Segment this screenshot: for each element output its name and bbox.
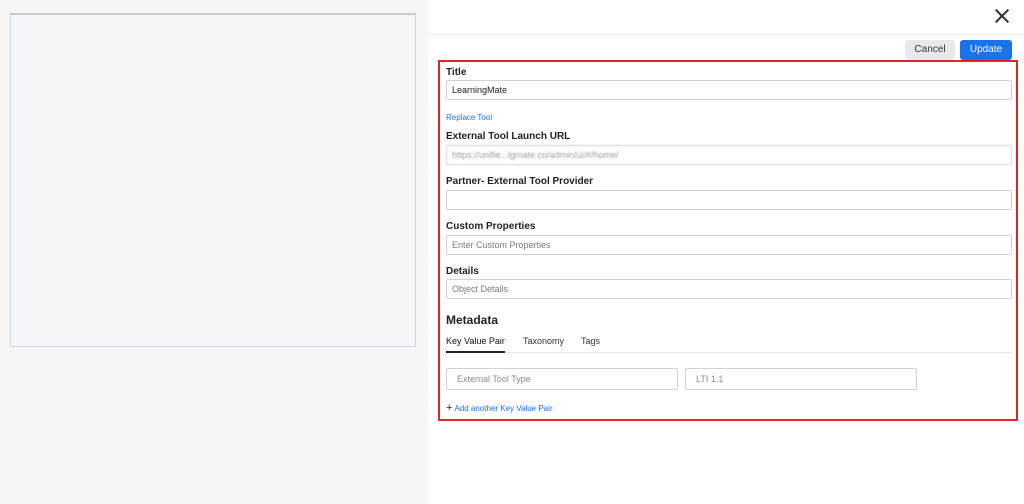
left-pane: [0, 0, 428, 504]
panel-header: [428, 0, 1024, 35]
launch-url-label: External Tool Launch URL: [446, 131, 571, 142]
tab-tags[interactable]: Tags: [581, 336, 600, 346]
tool-details-form: Title Replace Tool External Tool Launch …: [438, 60, 1018, 421]
details-input[interactable]: [446, 279, 1012, 299]
metadata-tabs: Key Value Pair Taxonomy Tags: [446, 332, 1012, 353]
launch-url-input[interactable]: [446, 145, 1012, 165]
tab-key-value-pair[interactable]: Key Value Pair: [446, 336, 505, 353]
details-label: Details: [446, 266, 479, 277]
metadata-key-input[interactable]: [446, 368, 678, 390]
metadata-value-input[interactable]: [685, 368, 917, 390]
provider-input[interactable]: [446, 190, 1012, 210]
tab-taxonomy[interactable]: Taxonomy: [523, 336, 564, 346]
provider-label: Partner- External Tool Provider: [446, 176, 594, 187]
close-icon[interactable]: [992, 6, 1012, 26]
add-key-value-label: Add another Key Value Pair: [454, 404, 553, 413]
plus-icon: +: [446, 402, 453, 414]
cancel-button[interactable]: Cancel: [905, 40, 955, 60]
replace-tool-link[interactable]: Replace Tool: [446, 113, 492, 122]
metadata-heading: Metadata: [446, 313, 499, 327]
edit-panel: Cancel Update Title Replace Tool Externa…: [428, 0, 1024, 504]
add-key-value-link[interactable]: + Add another Key Value Pair: [446, 402, 553, 414]
custom-properties-input[interactable]: [446, 235, 1012, 255]
title-input[interactable]: [446, 80, 1012, 100]
title-label: Title: [446, 67, 467, 78]
custom-properties-label: Custom Properties: [446, 221, 536, 232]
tool-preview-panel: [10, 13, 416, 347]
update-button[interactable]: Update: [960, 40, 1012, 60]
